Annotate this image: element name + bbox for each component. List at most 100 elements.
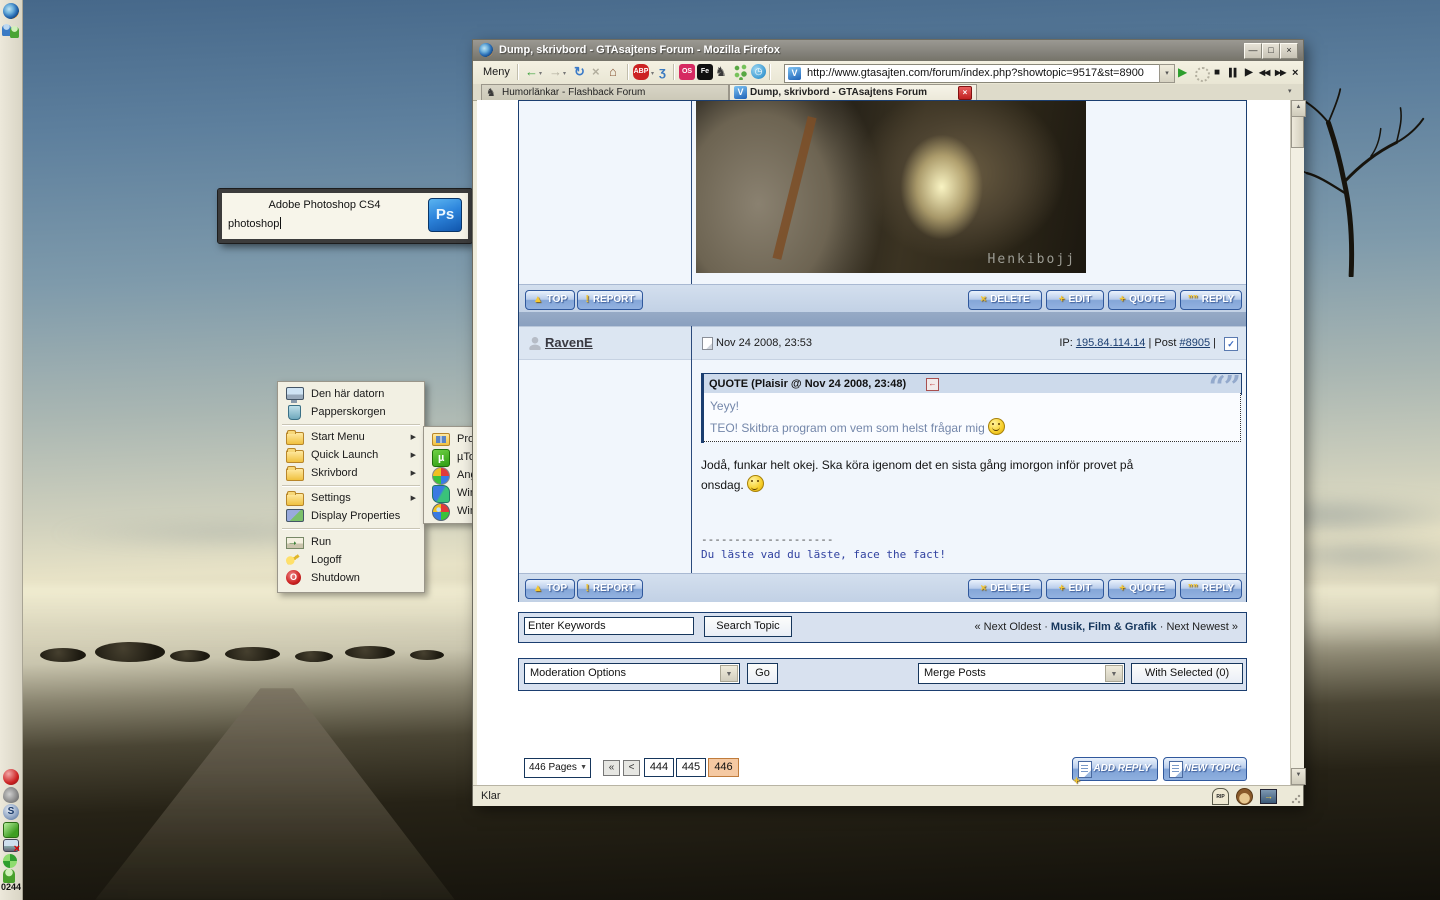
reload-icon[interactable]: ↻ [574, 64, 585, 80]
top-button[interactable]: ▲TOP [525, 579, 575, 599]
scroll-down-icon[interactable]: ▼ [1291, 768, 1306, 785]
add-reply-button[interactable]: + ADD REPLY [1072, 757, 1158, 781]
menu-item-run[interactable]: Run [280, 533, 422, 551]
url-input[interactable] [805, 66, 1149, 80]
media-pause-icon[interactable]: ▌▌ [1229, 68, 1238, 77]
page-number-current: 446 [708, 758, 739, 777]
topic-page-icon [1169, 761, 1183, 778]
site-fe-icon[interactable]: Fe [697, 64, 713, 80]
report-button[interactable]: !REPORT [577, 579, 643, 599]
select-arrow-icon[interactable]: ▼ [720, 665, 738, 682]
page-number-link[interactable]: 444 [644, 758, 674, 777]
select-arrow-icon[interactable]: ▼ [1105, 665, 1123, 682]
quote-button[interactable]: +QUOTE [1108, 579, 1176, 599]
green-dots-extension-icon[interactable] [733, 64, 749, 80]
close-button[interactable]: × [1280, 43, 1298, 59]
forward-dropdown-icon[interactable]: ▾ [563, 70, 566, 77]
menu-item-display-properties[interactable]: Display Properties [280, 507, 422, 525]
rip-extension-icon[interactable]: RIP [1212, 788, 1229, 805]
keyword-search-input[interactable] [524, 617, 694, 635]
tray-green-app-icon[interactable] [3, 822, 19, 838]
delete-button[interactable]: ×DELETE [968, 579, 1042, 599]
blue-clock-extension-icon[interactable]: ◷ [751, 64, 766, 79]
vertical-scrollbar[interactable]: ▲ ▼ [1290, 100, 1304, 785]
address-bar[interactable]: V [784, 64, 1160, 83]
seahorse-extension-icon[interactable]: ʒ [659, 64, 666, 79]
page-number-link[interactable]: 445 [676, 758, 706, 777]
flashback-witch-icon[interactable]: ♞ [715, 64, 727, 80]
go-icon[interactable]: ▶ [1178, 65, 1187, 79]
media-prev-icon[interactable]: ◀◀ [1259, 68, 1269, 77]
reply-button[interactable]: ””REPLY [1180, 290, 1242, 310]
home-icon[interactable]: ⌂ [609, 64, 617, 79]
resize-grip[interactable] [1291, 794, 1301, 804]
menu-item-desktop[interactable]: Skrivbord ▶ [280, 464, 422, 482]
menu-item-settings[interactable]: Settings ▶ [280, 489, 422, 507]
url-dropdown-icon[interactable]: ▾ [1159, 64, 1175, 83]
menu-button[interactable]: Meny [483, 66, 510, 78]
new-topic-button[interactable]: NEW TOPIC [1163, 757, 1247, 781]
scroll-up-icon[interactable]: ▲ [1291, 100, 1306, 117]
edit-button[interactable]: +EDIT [1046, 579, 1104, 599]
tray-s-app-icon[interactable]: S [3, 804, 19, 820]
menu-item-start-menu[interactable]: Start Menu ▶ [280, 428, 422, 446]
page-first-button[interactable]: « [603, 760, 620, 776]
adblock-icon[interactable]: ABP [633, 64, 649, 80]
reply-button[interactable]: ””REPLY [1180, 579, 1242, 599]
forum-link[interactable]: Musik, Film & Grafik [1051, 621, 1157, 633]
volume-icon[interactable] [3, 787, 19, 803]
next-oldest-link[interactable]: « Next Oldest [974, 621, 1041, 633]
tab-list-dropdown-icon[interactable]: ▾ [1288, 87, 1292, 95]
media-stop-icon[interactable]: ■ [1214, 67, 1219, 78]
post-select-checkbox[interactable]: ✓ [1224, 337, 1238, 351]
post-image[interactable]: Henkibojj [696, 101, 1086, 273]
tab-close-icon[interactable]: × [958, 86, 972, 100]
menu-item-quick-launch[interactable]: Quick Launch ▶ [280, 446, 422, 464]
back-dropdown-icon[interactable]: ▾ [539, 70, 542, 77]
sync-icon[interactable] [3, 854, 17, 868]
delete-button[interactable]: ×DELETE [968, 290, 1042, 310]
post-number-link[interactable]: #8905 [1179, 337, 1210, 349]
screengrab-icon[interactable]: → [1260, 789, 1277, 804]
network-error-icon[interactable] [3, 839, 19, 852]
menu-item-my-computer[interactable]: Den här datorn [280, 385, 422, 403]
maximize-button[interactable]: □ [1262, 43, 1280, 59]
firefox-taskbar-icon[interactable] [3, 3, 19, 19]
moderation-options-select[interactable]: Moderation Options ▼ [524, 663, 740, 684]
back-icon[interactable]: ← [525, 64, 538, 79]
top-button[interactable]: ▲TOP [525, 290, 575, 310]
stop-icon[interactable]: × [592, 64, 600, 79]
tab-flashback[interactable]: ♞ Humorlänkar - Flashback Forum [481, 84, 729, 100]
forward-icon[interactable]: → [549, 64, 562, 79]
menu-item-logoff[interactable]: Logoff [280, 551, 422, 569]
merge-posts-select[interactable]: Merge Posts ▼ [918, 663, 1125, 684]
adblock-dropdown-icon[interactable]: ▾ [651, 70, 654, 77]
app-launcher[interactable]: Adobe Photoshop CS4 photoshop Ps [218, 189, 472, 243]
search-topic-button[interactable]: Search Topic [704, 616, 792, 637]
tab-gtasajten[interactable]: V Dump, skrivbord - GTAsajtens Forum × [729, 84, 977, 100]
media-play-icon[interactable]: ▶ [1245, 67, 1252, 78]
quote-jump-icon[interactable]: ← [926, 378, 939, 391]
menu-item-shutdown[interactable]: O Shutdown [280, 569, 422, 587]
with-selected-button[interactable]: With Selected (0) [1131, 663, 1243, 684]
edit-button[interactable]: +EDIT [1046, 290, 1104, 310]
site-os-icon[interactable]: OS [679, 64, 695, 80]
pages-dropdown[interactable]: 446 Pages ▼ [524, 758, 591, 778]
menu-item-recycle-bin[interactable]: Papperskorgen [280, 403, 422, 421]
tray-power-icon[interactable] [3, 769, 19, 785]
moderation-go-button[interactable]: Go [747, 663, 778, 684]
titlebar[interactable]: Dump, skrivbord - GTAsajtens Forum - Moz… [473, 40, 1303, 61]
user-status-icon[interactable] [3, 869, 15, 883]
launcher-query[interactable]: photoshop [228, 217, 281, 230]
media-mute-icon[interactable]: × [1292, 67, 1297, 79]
next-newest-link[interactable]: Next Newest » [1166, 621, 1238, 633]
quote-button[interactable]: +QUOTE [1108, 290, 1176, 310]
minimize-button[interactable]: — [1244, 43, 1262, 59]
page-prev-button[interactable]: < [623, 760, 640, 776]
foxytunes-monkey-icon[interactable] [1236, 788, 1253, 805]
ip-link[interactable]: 195.84.114.14 [1076, 337, 1146, 349]
post-author-link[interactable]: RavenE [545, 335, 593, 350]
media-next-icon[interactable]: ▶▶ [1275, 68, 1285, 77]
messenger-icon[interactable] [10, 26, 19, 38]
report-button[interactable]: !REPORT [577, 290, 643, 310]
